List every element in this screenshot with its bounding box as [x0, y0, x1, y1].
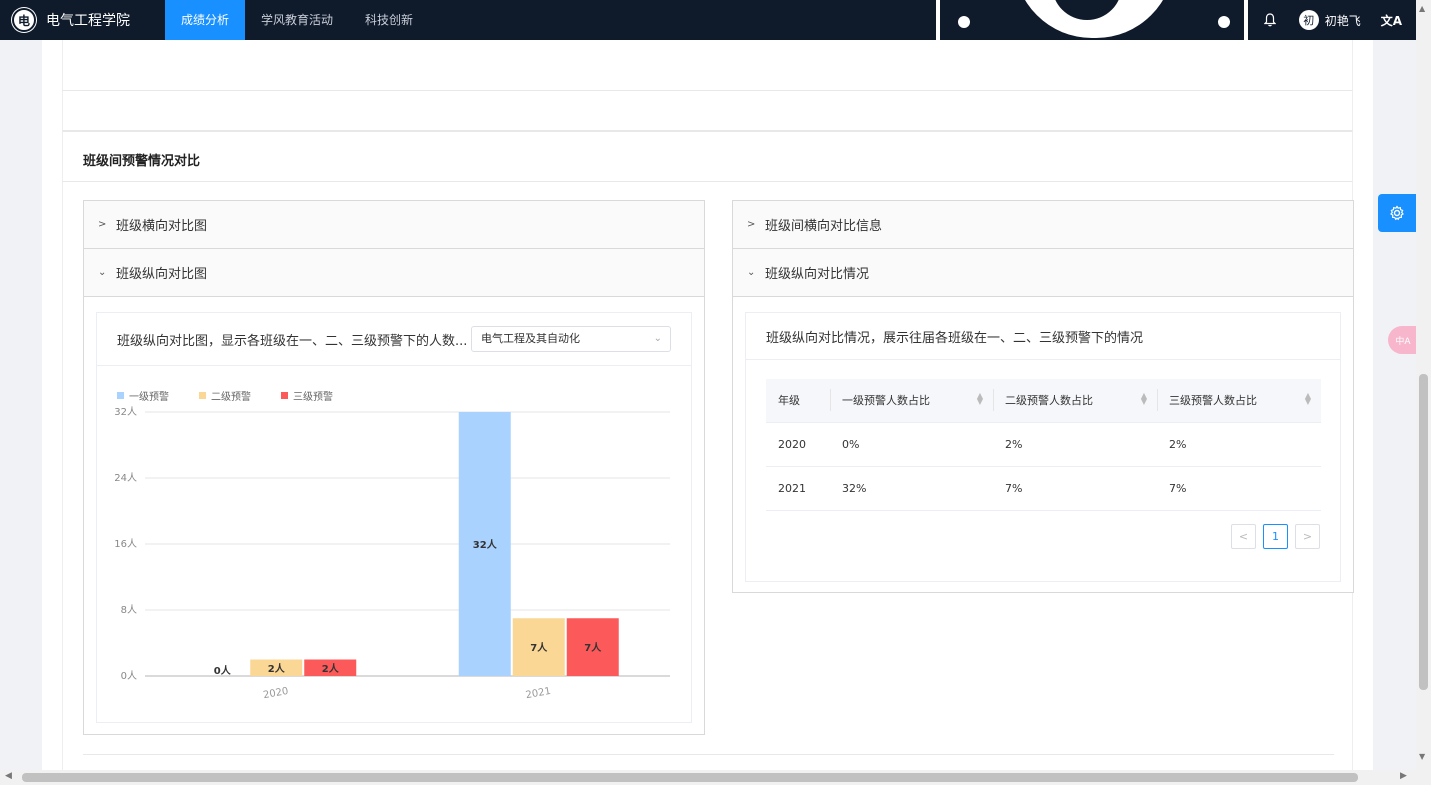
scroll-up-icon[interactable]: ▲	[1419, 4, 1425, 13]
table-cell: 2%	[1157, 422, 1321, 467]
data-label: 7人	[530, 641, 548, 654]
collapse-header-horizontal-chart[interactable]: > 班级横向对比图	[84, 201, 704, 249]
horizontal-scroll-thumb[interactable]	[22, 773, 1358, 782]
bell-icon[interactable]	[1263, 13, 1277, 27]
column-header-level3[interactable]: 三级预警人数占比 ▲ ▼	[1157, 379, 1321, 423]
x-tick-label: 2020	[262, 686, 289, 701]
data-label: 2人	[322, 662, 340, 675]
y-tick-label: 0人	[121, 670, 137, 682]
scroll-right-icon[interactable]: ▶	[1400, 771, 1407, 781]
nav-item-score-analysis[interactable]: 成绩分析	[165, 0, 246, 40]
table-card-title: 班级纵向对比情况，展示往届各班级在一、二、三级预警下的情况	[766, 330, 1144, 346]
chart-card: 班级纵向对比图，显示各班级在一、二、三级预警下的人数... 电气工程及其自动化 …	[96, 312, 692, 723]
table-header-row: 年级 一级预警人数占比 ▲ ▼ 二级预警人数占比 ▲ ▼ 三级预警人数占比 ▲ ▼	[766, 379, 1321, 423]
username[interactable]: 初艳飞	[1325, 12, 1361, 29]
prev-page-button[interactable]: <	[1231, 524, 1256, 549]
table-cell: 7%	[1157, 466, 1321, 511]
table-row: 2021 32% 7% 7%	[766, 466, 1321, 511]
section-header: 班级间预警情况对比	[62, 131, 1353, 182]
chevron-down-icon: ⌄	[98, 267, 107, 278]
page-1-button[interactable]: 1	[1263, 524, 1288, 549]
translate-button[interactable]: 中A	[1388, 326, 1418, 354]
y-tick-label: 32人	[114, 406, 137, 418]
scroll-down-icon[interactable]: ▼	[1419, 752, 1425, 761]
left-collapse: > 班级横向对比图 ⌄ 班级纵向对比图 班级纵向对比图，显示各班级在一、二、三级…	[83, 200, 705, 735]
collapse-header-horizontal-info[interactable]: > 班级间横向对比信息	[733, 201, 1353, 249]
horizontal-scrollbar[interactable]: ◀ ▶	[0, 770, 1431, 785]
next-page-button[interactable]: >	[1295, 524, 1320, 549]
chevron-right-icon: >	[747, 219, 756, 230]
table-cell: 0%	[830, 422, 993, 467]
table-cell: 2020	[766, 422, 830, 467]
brand[interactable]: 电 电气工程学院	[0, 0, 165, 40]
data-label: 32人	[473, 538, 498, 551]
x-tick-label: 2021	[525, 686, 552, 701]
y-tick-label: 24人	[114, 472, 137, 484]
sort-icon[interactable]: ▲ ▼	[1305, 392, 1311, 406]
scroll-left-icon[interactable]: ◀	[5, 771, 12, 781]
sort-icon[interactable]: ▲ ▼	[1141, 392, 1147, 406]
nav-item-study-style[interactable]: 学风教育活动	[245, 0, 349, 40]
gear-icon	[1390, 205, 1404, 221]
data-label: 2人	[268, 662, 286, 675]
major-select[interactable]: 电气工程及其自动化 ⌄	[471, 326, 671, 352]
content-band-top	[62, 40, 1353, 91]
table-card-header: 班级纵向对比情况，展示往届各班级在一、二、三级预警下的情况	[746, 313, 1340, 360]
top-navbar: 电 电气工程学院 成绩分析 学风教育活动 科技创新 初 初艳飞 文A	[0, 0, 1416, 40]
table-card: 班级纵向对比情况，展示往届各班级在一、二、三级预警下的情况 年级 一级预警人数占…	[745, 312, 1341, 582]
chevron-right-icon: >	[98, 219, 107, 230]
bar-chart: 0人 8人 16人 24人 32人 0人 2人 2人 2020 32人 7人 7人 2021	[114, 406, 670, 701]
chart-card-header: 班级纵向对比图，显示各班级在一、二、三级预警下的人数... 电气工程及其自动化 …	[97, 313, 691, 366]
section-body: > 班级横向对比图 ⌄ 班级纵向对比图 班级纵向对比图，显示各班级在一、二、三级…	[62, 182, 1354, 770]
chart-card-title: 班级纵向对比图，显示各班级在一、二、三级预警下的人数...	[117, 333, 468, 349]
y-tick-label: 8人	[121, 604, 137, 616]
chevron-down-icon: ⌄	[653, 333, 662, 344]
banner-decoration	[936, 0, 1248, 40]
divider	[83, 754, 1334, 755]
column-header-level1[interactable]: 一级预警人数占比 ▲ ▼	[830, 379, 993, 423]
content-band-divider	[62, 91, 1353, 131]
vertical-scrollbar[interactable]: ▲ ▼	[1416, 0, 1431, 770]
table-cell: 2%	[993, 422, 1157, 467]
pagination: < 1 >	[1224, 524, 1320, 549]
table-cell: 32%	[830, 466, 993, 511]
user-area: 初 初艳飞 文A	[1263, 0, 1402, 40]
y-tick-label: 16人	[114, 538, 137, 550]
collapse-title: 班级纵向对比图	[116, 267, 208, 282]
data-label: 7人	[584, 641, 602, 654]
settings-button[interactable]	[1378, 194, 1416, 232]
collapse-title: 班级横向对比图	[116, 219, 208, 234]
table-cell: 7%	[993, 466, 1157, 511]
chevron-down-icon: ⌄	[747, 267, 756, 278]
sort-icon[interactable]: ▲ ▼	[977, 392, 983, 406]
data-label: 0人	[214, 664, 232, 677]
nav-item-tech-innovation[interactable]: 科技创新	[349, 0, 429, 40]
table-row: 2020 0% 2% 2%	[766, 422, 1321, 467]
collapse-header-vertical-info[interactable]: ⌄ 班级纵向对比情况	[733, 249, 1353, 297]
column-header-grade[interactable]: 年级	[766, 379, 830, 423]
comparison-table: 年级 一级预警人数占比 ▲ ▼ 二级预警人数占比 ▲ ▼ 三级预警人数占比 ▲ ▼ 2020…	[766, 379, 1321, 511]
major-select-value: 电气工程及其自动化	[481, 332, 580, 345]
user-avatar[interactable]: 初	[1298, 10, 1319, 30]
vertical-scroll-thumb[interactable]	[1419, 374, 1428, 690]
school-logo-icon: 电	[12, 8, 36, 32]
right-collapse: > 班级间横向对比信息 ⌄ 班级纵向对比情况 班级纵向对比情况，展示往届各班级在…	[732, 200, 1354, 593]
brand-name: 电气工程学院	[46, 13, 130, 29]
collapse-title: 班级纵向对比情况	[765, 267, 870, 282]
language-icon[interactable]: 文A	[1381, 12, 1402, 29]
table-cell: 2021	[766, 466, 830, 511]
main-content: 班级间预警情况对比 > 班级横向对比图 ⌄ 班级纵向对比图 班级纵向对比图，显示…	[42, 40, 1373, 770]
collapse-header-vertical-chart[interactable]: ⌄ 班级纵向对比图	[84, 249, 704, 297]
section-title: 班级间预警情况对比	[83, 154, 201, 169]
column-header-level2[interactable]: 二级预警人数占比 ▲ ▼	[993, 379, 1157, 423]
collapse-title: 班级间横向对比信息	[765, 219, 883, 234]
